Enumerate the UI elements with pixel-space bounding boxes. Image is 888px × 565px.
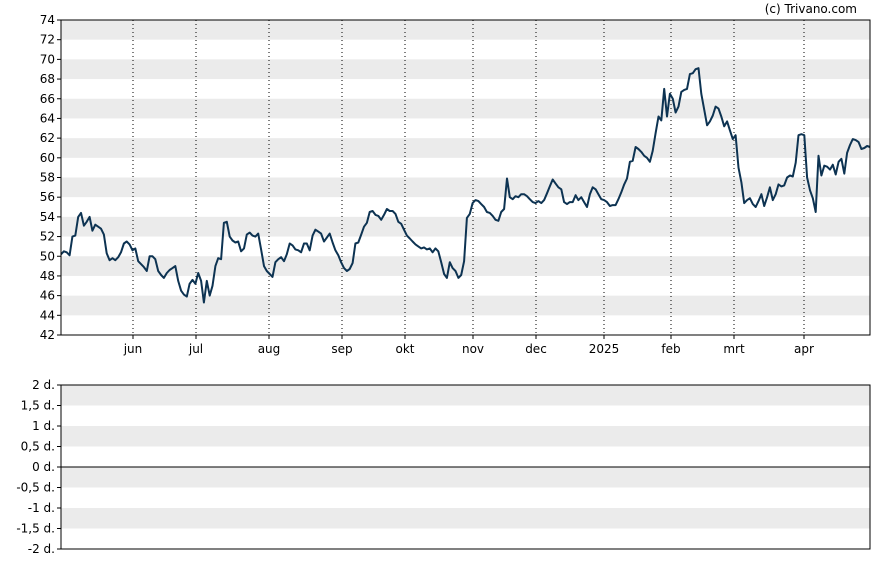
x-tick-label: apr — [794, 342, 814, 356]
y-tick-label: 42 — [40, 328, 55, 342]
x-tick-label: feb — [661, 342, 680, 356]
grid-band — [61, 385, 870, 406]
y-tick-label: 66 — [40, 92, 55, 106]
y-tick-label: -2 d. — [28, 542, 55, 556]
y-tick-label: 46 — [40, 289, 55, 303]
y-tick-label: 68 — [40, 72, 55, 86]
indicator-chart-panel: 2 d. 1,5 d. 1 d. 0,5 d. 0 d. -0,5 d. -1 d. -1,5… — [16, 378, 871, 556]
y-tick-label: 64 — [40, 111, 55, 125]
x-tick-label: aug — [258, 342, 281, 356]
y-tick-label: 50 — [40, 249, 55, 263]
y-tick-label: -0,5 d. — [16, 481, 55, 495]
y-tick-label: -1 d. — [28, 501, 55, 515]
grid-band — [61, 508, 870, 529]
price-chart-panel: jun jul aug sep okt nov dec 2025 feb mrt apr 42 44 46… — [40, 13, 871, 356]
x-tick-label: 2025 — [589, 342, 620, 356]
chart-credit: (c) Trivano.com — [765, 2, 857, 16]
grid-band — [61, 138, 870, 158]
y-tick-label: 48 — [40, 269, 55, 283]
grid-band — [61, 256, 870, 276]
y-tick-label: 44 — [40, 308, 55, 322]
y-tick-label: 60 — [40, 151, 55, 165]
y-tick-label: 2 d. — [32, 378, 55, 392]
y-tick-label: 62 — [40, 131, 55, 145]
x-tick-label: jun — [123, 342, 143, 356]
y-tick-label: -1,5 d. — [16, 522, 55, 536]
y-tick-label: 54 — [40, 210, 55, 224]
chart-canvas: (c) Trivano.com jun jul aug sep okt nov dec 202… — [16, 2, 871, 556]
y-tick-label: 0,5 d. — [21, 440, 55, 454]
y-tick-label: 70 — [40, 52, 55, 66]
grid-band — [61, 467, 870, 488]
y-tick-label: 58 — [40, 171, 55, 185]
y-tick-label: 1 d. — [32, 419, 55, 433]
x-tick-label: okt — [396, 342, 415, 356]
y-tick-label: 56 — [40, 190, 55, 204]
x-tick-label: sep — [331, 342, 352, 356]
x-tick-label: nov — [462, 342, 484, 356]
y-tick-label: 1,5 d. — [21, 399, 55, 413]
y-tick-label: 74 — [40, 13, 55, 27]
y-tick-label: 72 — [40, 33, 55, 47]
y-tick-label: 0 d. — [32, 460, 55, 474]
x-tick-label: jul — [188, 342, 203, 356]
grid-band — [61, 59, 870, 80]
y-tick-label: 52 — [40, 230, 55, 244]
x-tick-label: mrt — [723, 342, 745, 356]
x-tick-label: dec — [525, 342, 547, 356]
grid-band — [61, 98, 870, 119]
grid-band — [61, 426, 870, 447]
grid-band — [61, 295, 870, 316]
grid-band — [61, 20, 870, 40]
grid-band — [61, 177, 870, 198]
